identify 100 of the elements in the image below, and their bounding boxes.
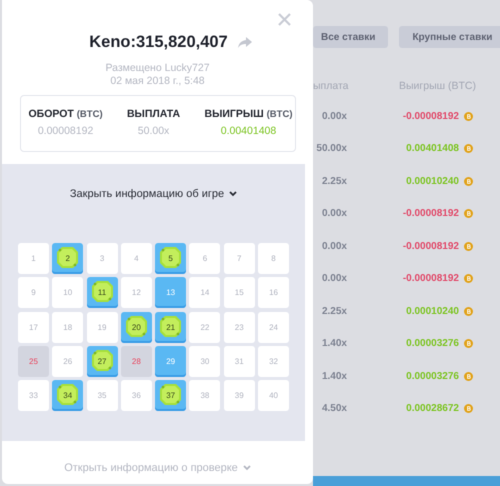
payout-cell-text: 0.00x (320, 273, 347, 284)
profit-cell-text: 0.00010240 (405, 176, 459, 187)
board-cell[interactable]: 9 (18, 277, 49, 308)
profit-cell-text: -0.00008192 (402, 110, 459, 122)
stat-value: 0.00401408 (220, 125, 276, 137)
bitcoin-icon (464, 176, 473, 186)
board-cell[interactable]: 10 (52, 277, 84, 308)
payout-cell-text: 1.40x (320, 338, 347, 350)
game-title: Keno:315,820,407 (89, 33, 228, 52)
bitcoin-icon (464, 339, 473, 348)
cell-number: 4 (134, 254, 139, 263)
board-cell[interactable]: 24 (258, 312, 290, 343)
cell-number: 31 (234, 356, 244, 366)
gem-icon (90, 348, 114, 372)
board-cell[interactable]: 8 (258, 243, 290, 274)
board-cell[interactable]: 21 (155, 312, 186, 343)
payout-cell-text: 4.50x (320, 403, 347, 414)
cell-number: 19 (98, 322, 106, 332)
board-cell[interactable]: 18 (52, 312, 84, 343)
board-cell[interactable]: 37 (155, 380, 186, 412)
stat-label: ВЫПЛАТА (126, 108, 180, 120)
stat-value: 50.00x (138, 125, 170, 137)
board-cell[interactable]: 3 (86, 243, 118, 274)
bitcoin-icon (464, 242, 473, 251)
stat-label: ВЫИГРЫШ (BTC) (204, 108, 292, 120)
cell-number: 30 (200, 356, 210, 366)
board-cell[interactable]: 6 (189, 243, 220, 274)
open-verification-link[interactable]: Открыть информацию о проверке (64, 462, 251, 474)
cell-number: 13 (166, 288, 176, 298)
profit-cell-text: 0.00028672 (405, 403, 459, 414)
board-cell[interactable]: 4 (120, 243, 152, 274)
board-cell[interactable]: 11 (86, 277, 118, 308)
cell-number: 35 (98, 391, 106, 400)
profit-cell-text: 0.00003276 (405, 370, 459, 382)
board-cell[interactable]: 20 (120, 312, 152, 343)
cell-number: 21 (166, 322, 176, 332)
cell-number: 7 (237, 254, 242, 263)
close-icon[interactable] (278, 13, 291, 26)
board-cell[interactable]: 40 (258, 380, 290, 412)
board-cell[interactable]: 29 (155, 346, 186, 377)
board-cell[interactable]: 12 (120, 277, 152, 308)
cell-number: 28 (132, 356, 141, 366)
bitcoin-icon (464, 112, 473, 121)
cell-number: 36 (132, 391, 141, 400)
board-cell[interactable]: 34 (52, 380, 84, 412)
profit-cell-text: 0.00003276 (405, 338, 459, 350)
bitcoin-icon (464, 404, 473, 414)
board-cell[interactable]: 28 (120, 346, 152, 377)
column-header: ыплата (313, 80, 347, 92)
board-cell[interactable]: 39 (224, 380, 255, 412)
board-cell[interactable]: 31 (224, 346, 255, 377)
board-cell[interactable]: 7 (224, 243, 255, 274)
date-text: 02 мая 2018 г., 5:48 (110, 75, 205, 88)
board-cell[interactable]: 13 (155, 277, 186, 308)
cell-number: 29 (166, 356, 176, 366)
filter-button[interactable]: Крупные ставки (399, 26, 500, 48)
board-cell[interactable]: 2 (52, 243, 84, 274)
cell-number: 24 (269, 322, 278, 332)
cell-number: 27 (98, 356, 106, 366)
share-icon[interactable] (238, 37, 252, 48)
board-cell[interactable]: 15 (224, 277, 255, 308)
cell-number: 1 (31, 254, 36, 263)
board-cell[interactable]: 27 (86, 346, 118, 377)
board-cell[interactable]: 32 (258, 346, 290, 377)
board-cell[interactable]: 23 (224, 312, 255, 343)
board-cell[interactable]: 35 (86, 380, 118, 412)
cell-number: 23 (234, 322, 244, 332)
payout-cell-text: 0.00x (320, 110, 347, 122)
bitcoin-icon (464, 274, 473, 284)
cell-number: 8 (271, 254, 276, 263)
close-info-link[interactable]: Закрыть информацию об игре (70, 188, 238, 200)
cell-number: 11 (98, 288, 106, 298)
board-cell[interactable]: 1 (18, 243, 49, 274)
gem-icon (56, 246, 80, 269)
cell-number: 37 (166, 391, 176, 400)
gem-icon (159, 314, 182, 338)
board-cell[interactable]: 14 (189, 277, 220, 308)
board-cell[interactable]: 16 (258, 277, 290, 308)
profit-cell-text: -0.00008192 (402, 273, 459, 284)
chevron-icon (229, 191, 238, 197)
board-cell[interactable]: 5 (155, 243, 186, 274)
cell-number: 20 (132, 322, 141, 332)
stat-label: ОБОРОТ (BTC) (28, 108, 103, 120)
cell-number: 32 (269, 356, 278, 366)
cell-number: 18 (63, 322, 72, 332)
board-cell[interactable]: 38 (189, 380, 220, 412)
board-cell[interactable]: 17 (18, 312, 49, 343)
board-cell[interactable]: 33 (18, 380, 49, 412)
filter-button[interactable]: Все ставки (313, 26, 388, 48)
payout-cell-text: 2.25x (320, 306, 347, 317)
cell-number: 5 (168, 254, 173, 263)
board-cell[interactable]: 19 (86, 312, 118, 343)
board-cell[interactable]: 22 (189, 312, 220, 343)
payout-cell-text: 0.00x (320, 208, 347, 220)
board-cell[interactable]: 36 (120, 380, 152, 412)
cell-number: 12 (132, 288, 141, 298)
board-cell[interactable]: 30 (189, 346, 220, 377)
cell-number: 15 (234, 288, 244, 298)
board-cell[interactable]: 26 (52, 346, 84, 377)
board-cell[interactable]: 25 (18, 346, 49, 377)
